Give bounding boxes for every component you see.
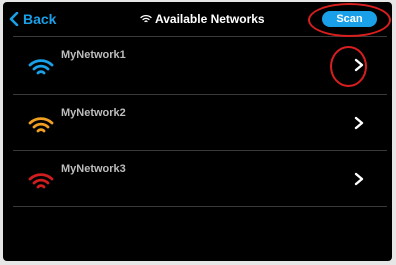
divider (13, 94, 387, 95)
chevron-right-icon[interactable] (353, 116, 365, 130)
device-screen: Back Available Networks Scan MyNetwork1 (3, 2, 392, 261)
wifi-icon (140, 15, 152, 23)
divider (13, 36, 387, 37)
network-row[interactable]: MyNetwork2 (3, 96, 392, 150)
divider (13, 150, 387, 151)
highlight-ring (330, 46, 367, 87)
network-row[interactable]: MyNetwork3 (3, 152, 392, 206)
page-title-text: Available Networks (155, 12, 265, 26)
page-title: Available Networks (140, 11, 265, 27)
back-button[interactable]: Back (9, 10, 56, 28)
highlight-ring (308, 3, 391, 37)
chevron-right-icon[interactable] (353, 172, 365, 186)
network-name: MyNetwork2 (61, 107, 126, 119)
divider (13, 206, 387, 207)
wifi-icon (28, 173, 54, 189)
back-label: Back (23, 11, 57, 27)
network-name: MyNetwork1 (61, 49, 126, 61)
wifi-icon (28, 59, 54, 75)
network-name: MyNetwork3 (61, 163, 126, 175)
chevron-left-icon (9, 12, 19, 26)
wifi-icon (28, 117, 54, 133)
